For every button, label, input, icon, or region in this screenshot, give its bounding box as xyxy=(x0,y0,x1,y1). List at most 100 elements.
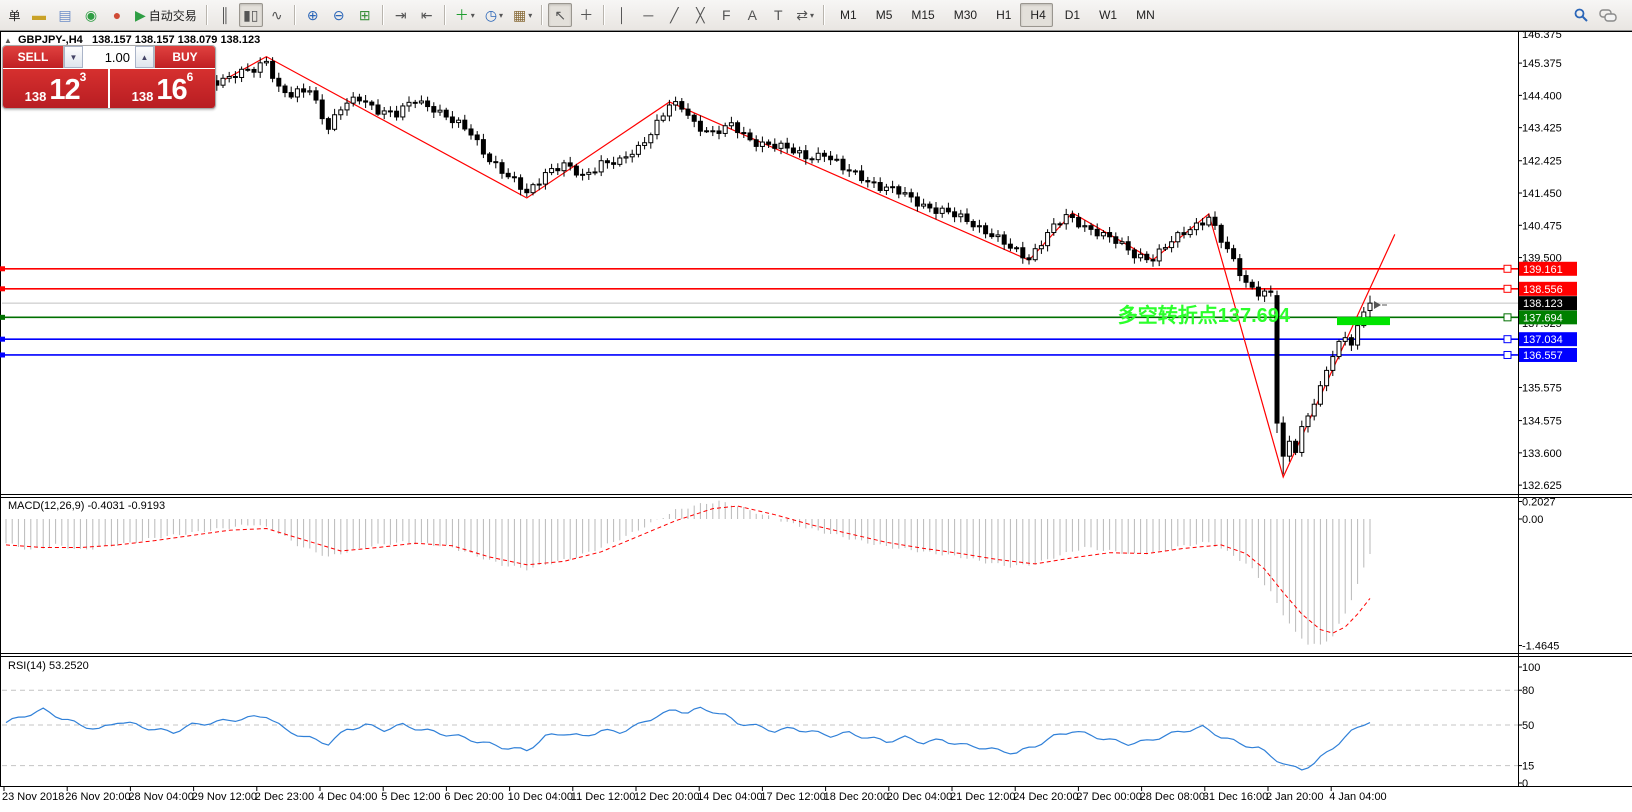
buy-price-button[interactable]: 138 16 6 xyxy=(110,69,215,108)
price-tick-label: 144.400 xyxy=(1522,90,1562,102)
bull-candle xyxy=(1156,248,1162,262)
indicators-button[interactable]: ＋ ▾ xyxy=(451,3,479,27)
time-tick-label: 28 Nov 04:00 xyxy=(128,791,193,803)
line-right-handle xyxy=(1503,313,1512,322)
text-label-button[interactable]: T xyxy=(766,3,790,27)
bar-chart-button[interactable]: ║ xyxy=(213,3,237,27)
timeframe-d1[interactable]: D1 xyxy=(1055,3,1087,27)
rsi-level-lines xyxy=(2,689,1518,767)
bear-candle xyxy=(1255,286,1261,297)
vertical-line-button[interactable]: │ xyxy=(610,3,634,27)
bull-candle xyxy=(294,88,300,98)
bull-candle xyxy=(220,77,226,86)
rsi-tick-label: 50 xyxy=(1522,720,1534,732)
volume-up-button[interactable]: ▲ xyxy=(135,46,154,68)
bear-candle xyxy=(964,213,970,222)
auto-scroll-button[interactable]: ⇥ xyxy=(389,3,413,27)
mt4-terminal: { "toolbar": { "groups": [ {"items": [ {… xyxy=(0,0,1632,812)
zoom-out-button[interactable]: ⊖ xyxy=(327,3,351,27)
rsi-line xyxy=(5,706,1371,771)
bear-candle xyxy=(877,182,883,191)
community-icon[interactable]: ● xyxy=(105,3,129,27)
timeframe-mn[interactable]: MN xyxy=(1126,3,1162,27)
zoom-in-button[interactable]: ⊕ xyxy=(301,3,325,27)
trendline-button[interactable]: ╱ xyxy=(662,3,686,27)
candlestick-chart-button[interactable]: ▮▯ xyxy=(238,3,263,27)
fibonacci-button[interactable]: F xyxy=(714,3,738,27)
sell-button[interactable]: SELL xyxy=(3,46,63,68)
dropdown-caret-icon[interactable]: ▾ xyxy=(471,11,475,20)
dropdown-caret-icon[interactable]: ▾ xyxy=(810,11,814,20)
tile-windows-glyph: ⊞ xyxy=(358,6,371,23)
templates-button[interactable]: ▦ ▾ xyxy=(509,3,536,27)
time-tick-label: 18 Dec 20:00 xyxy=(824,791,889,803)
autotrading-button[interactable]: ▶ 自动交易 xyxy=(131,3,201,27)
bear-candle xyxy=(1026,257,1032,261)
bear-candle xyxy=(1348,337,1354,346)
timeframe-w1[interactable]: W1 xyxy=(1089,3,1124,27)
chart-annotations[interactable]: 多空转折点137.694 xyxy=(1118,301,1390,327)
dropdown-caret-icon[interactable]: ▾ xyxy=(528,11,532,20)
search-icon[interactable] xyxy=(1569,3,1593,27)
horizontal-price-lines[interactable] xyxy=(0,264,1518,359)
bear-candle xyxy=(363,100,369,103)
bear-candle xyxy=(1181,232,1187,236)
bull-candle xyxy=(1317,385,1323,405)
periods-button[interactable]: ◷ ▾ xyxy=(481,3,507,27)
bear-candle xyxy=(896,186,902,195)
bear-candle xyxy=(1069,214,1075,219)
bear-candle xyxy=(270,60,276,79)
tile-windows-button[interactable]: ⊞ xyxy=(353,3,377,27)
dropdown-caret-icon[interactable]: ▾ xyxy=(499,11,503,20)
volume-value[interactable]: 1.00 xyxy=(83,46,135,68)
horizontal-line-button[interactable]: ─ xyxy=(636,3,660,27)
collapse-arrow-icon[interactable]: ▲ xyxy=(4,36,12,45)
arrows-button[interactable]: ⇄ ▾ xyxy=(792,3,818,27)
line-chart-button[interactable]: ∿ xyxy=(265,3,289,27)
timeframe-h4[interactable]: H4 xyxy=(1020,3,1053,27)
chart-canvas[interactable]: 146.375145.375144.400143.425142.425141.4… xyxy=(0,0,1632,812)
market-watch-icon[interactable]: ▤ xyxy=(53,3,77,27)
signals-icon[interactable]: ◉ xyxy=(79,3,103,27)
new-order-button[interactable]: 单 xyxy=(1,3,25,27)
macd-histogram xyxy=(5,500,1371,645)
buy-button[interactable]: BUY xyxy=(155,46,215,68)
bear-candle xyxy=(790,147,796,154)
timeframe-m15[interactable]: M15 xyxy=(901,3,941,27)
price-badge-label: 139.161 xyxy=(1523,264,1563,276)
chat-icon[interactable] xyxy=(1595,3,1621,27)
bull-candle xyxy=(586,171,592,175)
sell-price-button[interactable]: 138 12 3 xyxy=(3,69,108,108)
bull-candle xyxy=(1262,290,1268,297)
bull-candle xyxy=(635,144,641,155)
buy-price-sup: 6 xyxy=(186,70,194,84)
equidistant-channel-button[interactable]: ╳ xyxy=(688,3,712,27)
chart-shift-button[interactable]: ⇤ xyxy=(415,3,439,27)
gold-icon[interactable]: ▬ xyxy=(27,3,51,27)
volume-down-button[interactable]: ▼ xyxy=(64,46,83,68)
rsi-tick-label: 0 xyxy=(1522,778,1528,790)
bull-candle xyxy=(902,192,908,195)
bull-candle xyxy=(1193,222,1199,231)
timeframe-h1[interactable]: H1 xyxy=(986,3,1018,27)
bear-candle xyxy=(301,88,307,93)
crosshair-glyph: ＋ xyxy=(579,7,594,23)
bull-candle xyxy=(629,153,635,158)
text-button[interactable]: A xyxy=(740,3,764,27)
bull-candle xyxy=(1014,247,1020,250)
bear-candle xyxy=(766,141,772,145)
crosshair-button[interactable]: ＋ xyxy=(574,3,598,27)
time-tick-label: 24 Dec 20:00 xyxy=(1013,791,1078,803)
toolbar-separator xyxy=(823,5,826,25)
timeframe-m5[interactable]: M5 xyxy=(866,3,900,27)
bull-candle xyxy=(226,76,232,79)
bear-candle xyxy=(1231,248,1237,260)
cursor-button[interactable]: ↖ xyxy=(548,3,573,27)
timeframe-m1[interactable]: M1 xyxy=(830,3,864,27)
toolbar-separator xyxy=(603,5,606,25)
timeframe-m30[interactable]: M30 xyxy=(944,3,984,27)
trendline-glyph: ╱ xyxy=(670,6,679,23)
line-right-handle xyxy=(1503,264,1512,273)
bear-candle xyxy=(480,139,486,155)
bull-candle xyxy=(561,162,567,172)
